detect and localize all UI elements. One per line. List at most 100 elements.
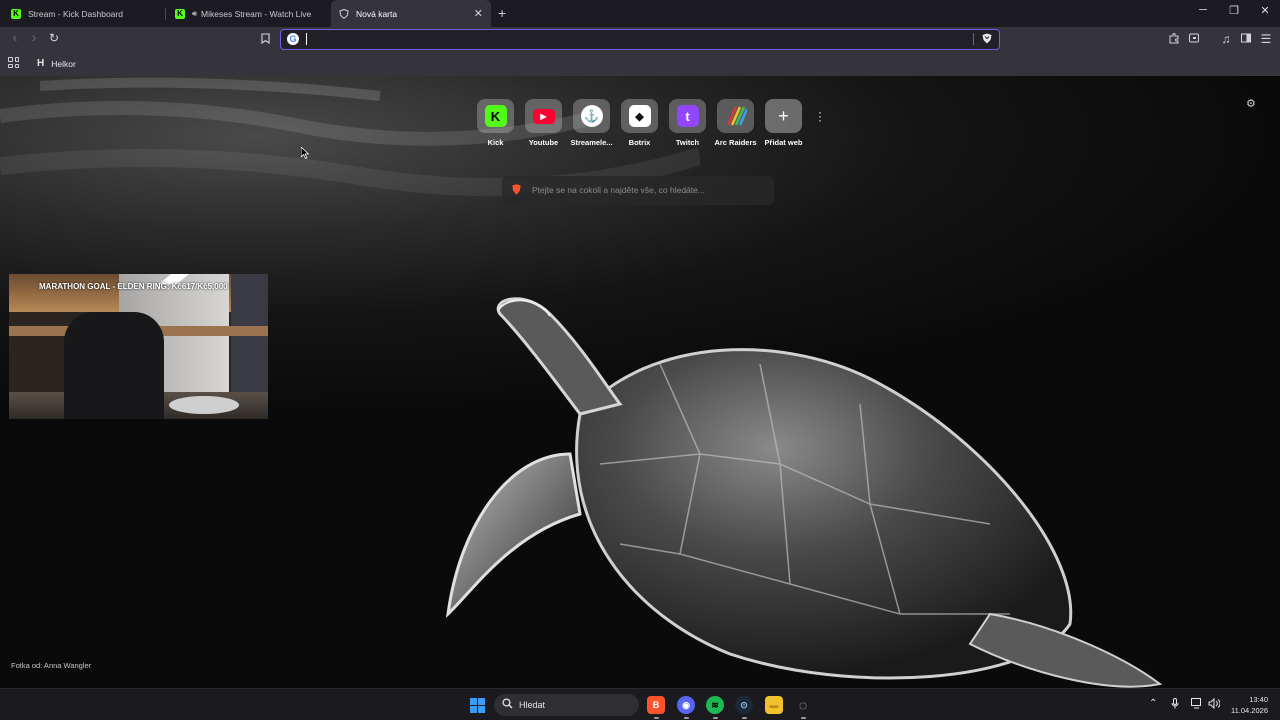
shortcut-youtube[interactable]: ▶ Youtube [525, 99, 562, 147]
search-icon [502, 698, 513, 712]
shortcut-label: Streamele... [570, 138, 613, 147]
mouse-cursor-icon [300, 146, 310, 162]
shortcut-tile: t [669, 99, 706, 133]
spotify-app-icon[interactable]: ≋ [706, 696, 724, 714]
windows-start-icon[interactable] [470, 698, 485, 713]
minimize-button[interactable]: ─ [1196, 4, 1210, 16]
bookmark-label: Helkor [51, 58, 76, 69]
clock-time: 13:40 [1249, 695, 1268, 704]
bookmark-icon[interactable] [258, 33, 272, 47]
sidebar-icon[interactable] [1239, 32, 1253, 47]
tab-new-tab[interactable]: Nová karta ✕ [331, 0, 491, 27]
close-tab-icon[interactable]: ✕ [474, 7, 483, 20]
google-icon: G [287, 33, 299, 45]
shortcut-label: Botrix [628, 138, 651, 147]
media-icon[interactable]: ♫ [1219, 32, 1233, 46]
arc-raiders-icon [725, 105, 747, 127]
more-vert-icon[interactable]: · · · [818, 106, 822, 126]
tab-title: Mikeses Stream - Watch Live on Kick [201, 8, 313, 19]
tab-divider [165, 8, 166, 20]
taskbar-search-label: Hledat [519, 700, 546, 710]
brave-app-icon[interactable]: B [647, 696, 665, 714]
shortcut-label: Kick [487, 138, 504, 147]
active-indicator [742, 717, 747, 719]
menu-icon[interactable]: ☰ [1259, 32, 1273, 46]
address-bar[interactable]: G [280, 29, 1000, 50]
kick-icon: K [175, 8, 185, 19]
discord-app-icon[interactable]: ◉ [677, 696, 695, 714]
kick-icon: K [484, 105, 507, 127]
steam-app-icon[interactable]: ⊙ [735, 696, 753, 714]
clock-date: 11.04.2026 [1231, 706, 1268, 715]
shortcut-label: Přidat web [764, 138, 803, 147]
taskbar-search[interactable]: Hledat [494, 694, 639, 716]
urlbar-divider [973, 33, 974, 45]
url-input[interactable] [309, 32, 959, 46]
shortcut-kick[interactable]: K Kick [477, 99, 514, 147]
text-caret [306, 33, 307, 45]
settings-gear-icon[interactable]: ⚙ [1246, 97, 1256, 110]
ai-search-box[interactable]: Ptejte se na cokoli a najděte vše, co hl… [502, 176, 774, 205]
tray-overflow-chevron-icon[interactable]: ⌃ [1149, 698, 1157, 709]
shortcut-tile: ▶ [525, 99, 562, 133]
new-tab-button[interactable]: + [498, 5, 506, 21]
microphone-icon[interactable] [1171, 698, 1179, 712]
shortcut-arc-raiders[interactable]: Arc Raiders [714, 99, 757, 147]
shortcut-tile: ◆ [621, 99, 658, 133]
marathon-goal-text: MARATHON GOAL - ELDEN RING: Kč617/Kč5,00… [39, 282, 228, 291]
tab-mikeses-stream[interactable]: K 🔊︎ Mikeses Stream - Watch Live on Kick [167, 0, 325, 27]
shortcut-tile [717, 99, 754, 133]
restore-button[interactable]: ❐ [1227, 4, 1241, 17]
active-indicator [684, 717, 689, 719]
tab-kick-dashboard[interactable]: K Stream - Kick Dashboard [3, 0, 163, 27]
new-tab-page: ⚙ K Kick ▶ Youtube ⚓ Streamele... ◆ Botr… [0, 76, 1280, 688]
shortcut-label: Arc Raiders [714, 138, 757, 147]
close-window-button[interactable]: ✕ [1258, 4, 1272, 17]
kick-icon: K [11, 8, 21, 19]
shortcut-streamelements[interactable]: ⚓ Streamele... [570, 99, 613, 147]
tab-title: Nová karta [356, 8, 398, 19]
shortcuts-grid: K Kick ▶ Youtube ⚓ Streamele... ◆ Botrix… [477, 99, 802, 147]
reload-button[interactable]: ↻ [47, 31, 61, 45]
shortcut-tile: K [477, 99, 514, 133]
file-explorer-icon[interactable]: ▬ [765, 696, 783, 714]
shortcut-label: Youtube [528, 138, 559, 147]
active-indicator [654, 717, 659, 719]
volume-icon[interactable] [1208, 697, 1221, 712]
wallet-icon[interactable] [1187, 32, 1201, 47]
back-button[interactable]: ‹ [8, 29, 22, 45]
stream-webcam-overlay: MARATHON GOAL - ELDEN RING: Kč617/Kč5,00… [9, 274, 268, 419]
helkor-icon: H [37, 58, 45, 69]
tab-title: Stream - Kick Dashboard [28, 8, 123, 19]
network-icon[interactable] [1191, 698, 1203, 712]
app-icon-other[interactable]: ◌ [794, 696, 812, 714]
system-clock[interactable]: 13:40 11.04.2026 [1228, 694, 1268, 716]
active-indicator [801, 717, 806, 719]
extensions-icon[interactable] [1167, 32, 1181, 47]
youtube-icon: ▶ [532, 108, 555, 124]
photo-credit: Fotka od: Anna Wangler [11, 661, 92, 670]
streamelements-icon: ⚓ [580, 105, 603, 127]
speaker-icon[interactable]: 🔊︎ [192, 9, 197, 19]
botrix-icon: ◆ [628, 105, 651, 127]
gaming-chair [64, 312, 164, 419]
search-placeholder: Ptejte se na cokoli a najděte vše, co hl… [532, 185, 705, 195]
shortcut-tile: + [765, 99, 802, 133]
browser-toolbar: ‹ › ↻ G ♫ ☰ [0, 27, 1280, 52]
shortcut-tile: ⚓ [573, 99, 610, 133]
shortcut-add-site[interactable]: + Přidat web [765, 99, 802, 147]
twitch-icon: t [676, 105, 699, 127]
bookmark-helkor[interactable]: H Helkor [37, 58, 76, 69]
active-indicator [713, 717, 718, 719]
sea-turtle-image [445, 297, 1163, 688]
shortcut-label: Twitch [675, 138, 700, 147]
shortcut-botrix[interactable]: ◆ Botrix [621, 99, 658, 147]
apps-grid-icon[interactable] [8, 57, 19, 68]
brave-shield-icon [339, 8, 349, 19]
forward-button[interactable]: › [27, 29, 41, 45]
webcam-mat [169, 396, 239, 414]
windows-taskbar: Hledat B ◉ ≋ ⊙ ▬ ◌ ⌃ 13:40 11.04.2026 [0, 688, 1280, 720]
brave-logo-icon [512, 184, 521, 198]
shortcut-twitch[interactable]: t Twitch [669, 99, 706, 147]
brave-shields-icon[interactable] [982, 33, 992, 46]
